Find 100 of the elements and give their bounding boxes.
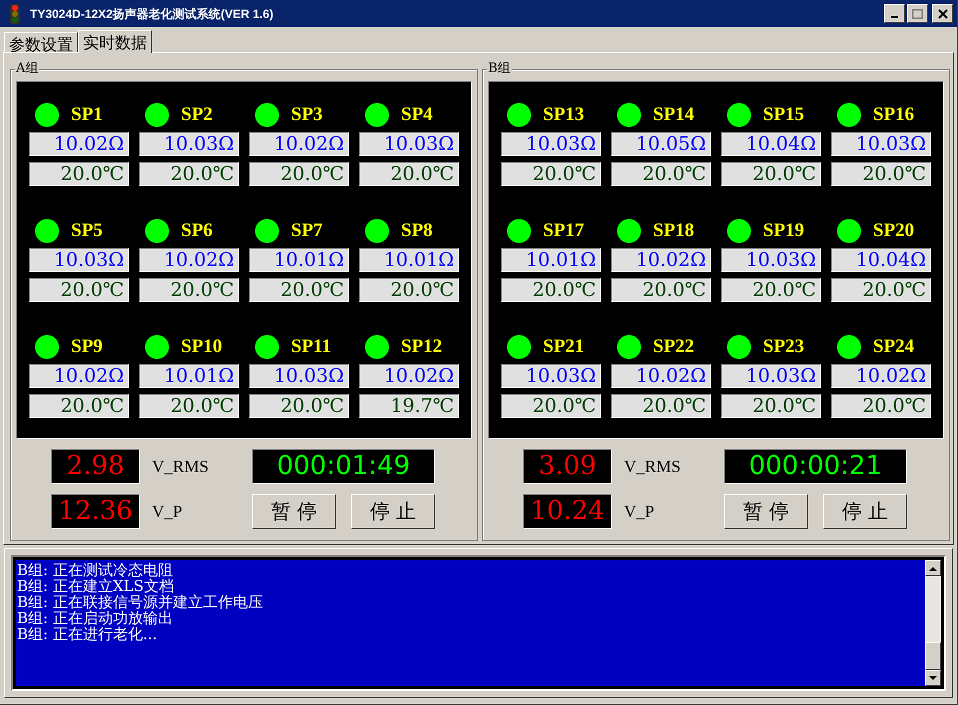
temperature-readout: 20.0℃ — [29, 162, 129, 186]
log-line: B组: 正在测试冷态电阻 — [17, 562, 173, 578]
temperature-readout: 20.0℃ — [249, 394, 349, 418]
speaker-label: SP17 — [543, 218, 584, 243]
resistance-readout: 10.02Ω — [139, 248, 239, 272]
temperature-readout: 20.0℃ — [139, 278, 239, 302]
speaker-label: SP19 — [763, 218, 804, 243]
temperature-readout: 20.0℃ — [831, 394, 931, 418]
resistance-readout: 10.02Ω — [249, 132, 349, 156]
speaker-label: SP11 — [291, 334, 332, 359]
speaker-label: SP5 — [71, 218, 103, 243]
temperature-readout: 20.0℃ — [359, 162, 459, 186]
temperature-readout: 20.0℃ — [501, 278, 601, 302]
resistance-readout: 10.02Ω — [29, 364, 129, 388]
voltage-readout: 12.36 — [51, 494, 140, 529]
resistance-readout: 10.01Ω — [359, 248, 459, 272]
speaker-label: SP4 — [401, 102, 433, 127]
log-line: B组: 正在建立XLS文档 — [17, 578, 174, 594]
resistance-readout: 10.01Ω — [501, 248, 601, 272]
window-title: TY3024D-12X2扬声器老化测试系统(VER 1.6) — [30, 6, 274, 22]
speaker-label: SP1 — [71, 102, 103, 127]
temperature-readout: 20.0℃ — [501, 162, 601, 186]
speaker-label: SP12 — [401, 334, 442, 359]
speaker-label: SP22 — [653, 334, 694, 359]
down-arrow-icon — [929, 676, 937, 680]
speaker-label: SP8 — [401, 218, 433, 243]
voltage-label: V_P — [624, 500, 656, 523]
speaker-label: SP9 — [71, 334, 103, 359]
speaker-label: SP15 — [763, 102, 804, 127]
voltage-readout: 10.24 — [523, 494, 612, 529]
temperature-readout: 20.0℃ — [249, 278, 349, 302]
resistance-readout: 10.03Ω — [721, 364, 821, 388]
log-line: B组: 正在启动功放输出 — [17, 610, 173, 626]
temperature-readout: 19.7℃ — [359, 394, 459, 418]
temperature-readout: 20.0℃ — [721, 278, 821, 302]
stop-button[interactable]: 停 止 — [351, 494, 435, 529]
speaker-label: SP18 — [653, 218, 694, 243]
pause-button[interactable]: 暂 停 — [724, 494, 808, 529]
resistance-readout: 10.02Ω — [29, 132, 129, 156]
timer-readout: 000:01:49 — [252, 449, 435, 484]
tab[interactable]: 实时数据 — [78, 30, 152, 53]
voltage-readout: 2.98 — [51, 449, 140, 484]
temperature-readout: 20.0℃ — [831, 278, 931, 302]
speaker-label: SP16 — [873, 102, 914, 127]
maximize-icon — [912, 8, 923, 18]
resistance-readout: 10.03Ω — [139, 132, 239, 156]
temperature-readout: 20.0℃ — [721, 162, 821, 186]
resistance-readout: 10.02Ω — [359, 364, 459, 388]
resistance-readout: 10.04Ω — [831, 248, 931, 272]
temperature-readout: 20.0℃ — [29, 394, 129, 418]
up-arrow-icon — [929, 566, 937, 570]
voltage-label: V_P — [152, 500, 184, 523]
resistance-readout: 10.03Ω — [29, 248, 129, 272]
scroll-thumb[interactable] — [925, 642, 941, 670]
resistance-readout: 10.01Ω — [139, 364, 239, 388]
minimize-icon — [891, 16, 898, 18]
voltage-label: V_RMS — [152, 456, 210, 478]
resistance-readout: 10.04Ω — [721, 132, 821, 156]
resistance-readout: 10.03Ω — [831, 132, 931, 156]
scroll-down-button[interactable] — [925, 670, 941, 686]
voltage-readout: 3.09 — [523, 449, 612, 484]
speaker-label: SP24 — [873, 334, 914, 359]
temperature-readout: 20.0℃ — [611, 278, 711, 302]
scroll-up-button[interactable] — [925, 560, 941, 576]
log-line: B组: 正在进行老化... — [17, 626, 158, 642]
speaker-label: SP13 — [543, 102, 584, 127]
scrollbar[interactable] — [925, 560, 941, 686]
speaker-label: SP10 — [181, 334, 222, 359]
pause-button[interactable]: 暂 停 — [252, 494, 336, 529]
speaker-label: SP20 — [873, 218, 914, 243]
temperature-readout: 20.0℃ — [501, 394, 601, 418]
temperature-readout: 20.0℃ — [139, 162, 239, 186]
speaker-label: SP2 — [181, 102, 213, 127]
resistance-readout: 10.02Ω — [831, 364, 931, 388]
speaker-label: SP21 — [543, 334, 584, 359]
resistance-readout: 10.03Ω — [249, 364, 349, 388]
maximize-button[interactable] — [907, 4, 928, 23]
resistance-readout: 10.03Ω — [501, 364, 601, 388]
tab[interactable]: 参数设置 — [4, 32, 78, 52]
speaker-label: SP6 — [181, 218, 213, 243]
speaker-label: SP7 — [291, 218, 323, 243]
temperature-readout: 20.0℃ — [611, 394, 711, 418]
temperature-readout: 20.0℃ — [611, 162, 711, 186]
temperature-readout: 20.0℃ — [249, 162, 349, 186]
resistance-readout: 10.05Ω — [611, 132, 711, 156]
minimize-button[interactable] — [884, 4, 905, 23]
close-icon — [938, 8, 948, 18]
temperature-readout: 20.0℃ — [29, 278, 129, 302]
resistance-readout: 10.03Ω — [501, 132, 601, 156]
temperature-readout: 20.0℃ — [139, 394, 239, 418]
temperature-readout: 20.0℃ — [359, 278, 459, 302]
close-button[interactable] — [932, 4, 953, 23]
voltage-label: V_RMS — [624, 456, 682, 478]
stop-button[interactable]: 停 止 — [823, 494, 907, 529]
temperature-readout: 20.0℃ — [721, 394, 821, 418]
resistance-readout: 10.02Ω — [611, 248, 711, 272]
resistance-readout: 10.03Ω — [721, 248, 821, 272]
speaker-label: SP3 — [291, 102, 323, 127]
resistance-readout: 10.03Ω — [359, 132, 459, 156]
speaker-label: SP23 — [763, 334, 804, 359]
